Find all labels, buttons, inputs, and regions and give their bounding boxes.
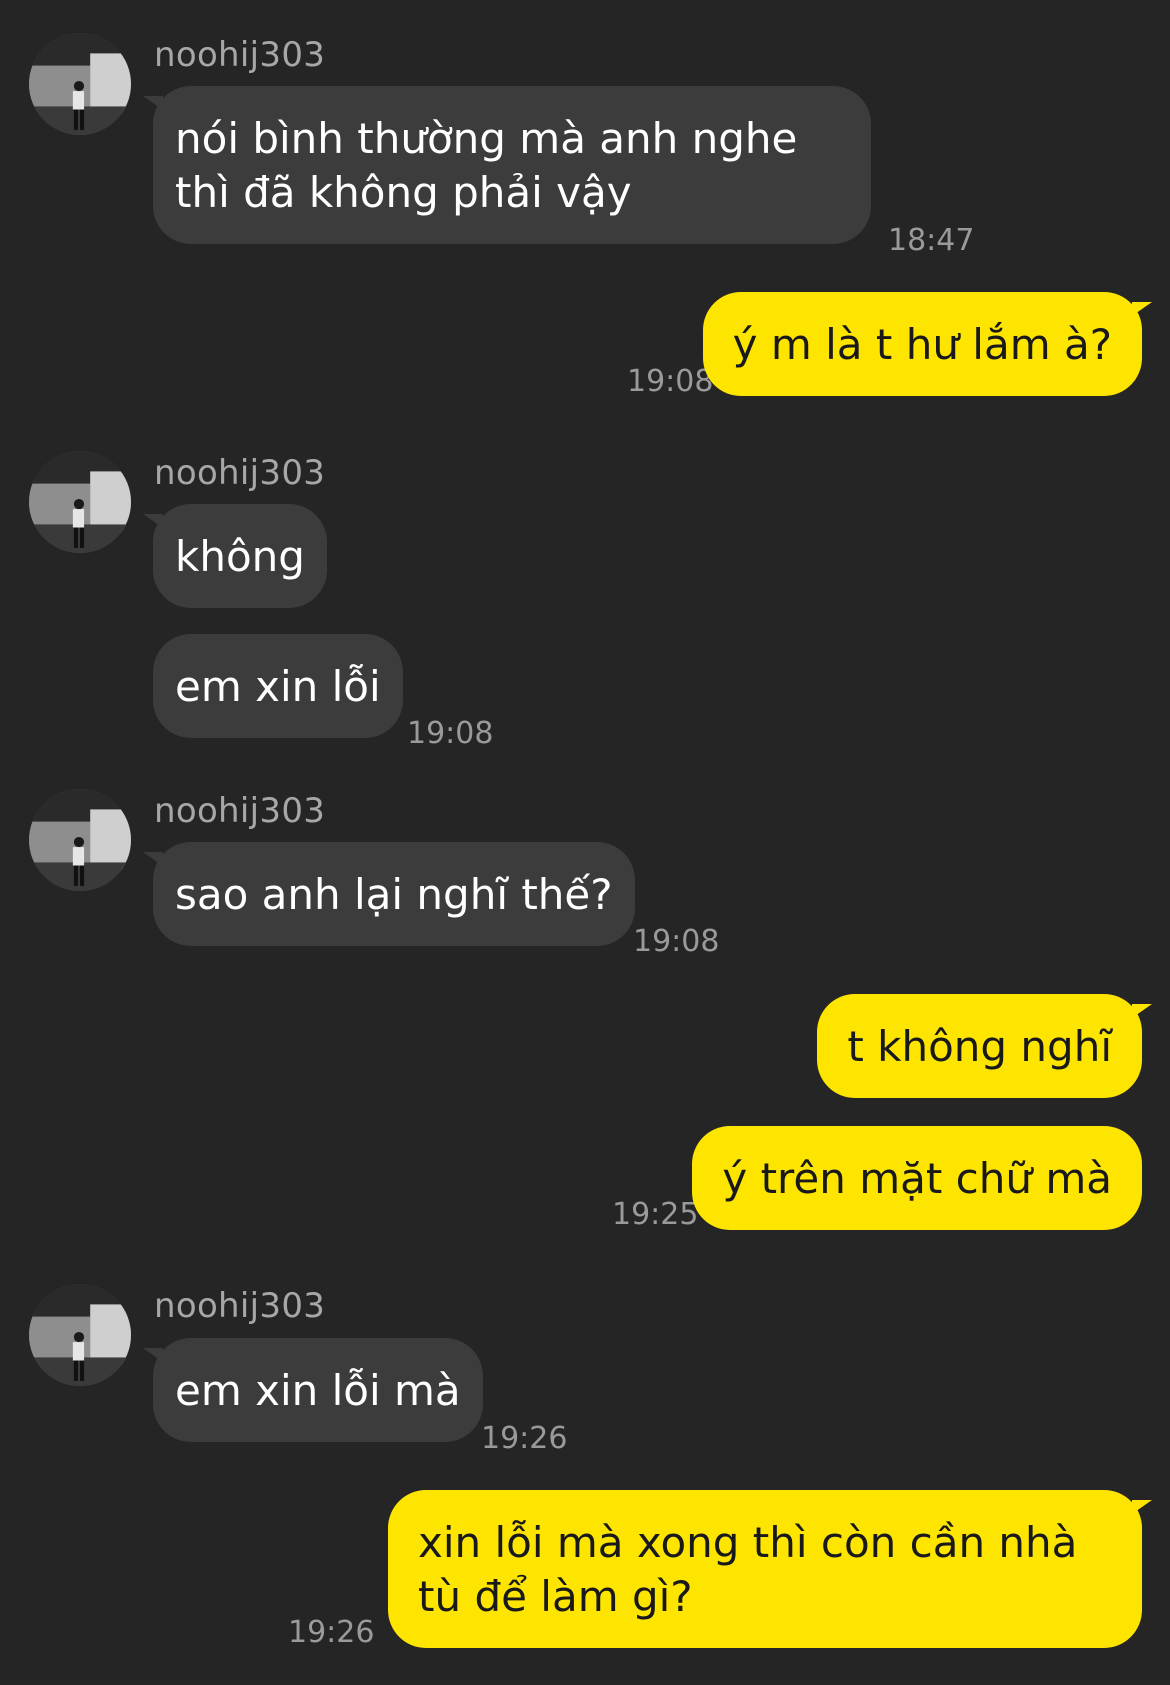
message-text: sao anh lại nghĩ thế?: [175, 870, 613, 919]
profile-photo-icon: [29, 1284, 131, 1386]
message-time: 19:08: [407, 716, 494, 751]
sender-name: noohij303: [154, 791, 326, 831]
message-time: 19:08: [633, 924, 720, 959]
bubble-tail: [1132, 302, 1152, 316]
message-time: 19:26: [288, 1615, 375, 1650]
message-time: 19:26: [481, 1421, 568, 1456]
bubble-tail: [1132, 1004, 1152, 1018]
message-time: 19:08: [627, 364, 714, 399]
sender-name: noohij303: [154, 35, 326, 75]
avatar[interactable]: [29, 451, 131, 553]
profile-photo-icon: [29, 789, 131, 891]
profile-photo-icon: [29, 451, 131, 553]
outgoing-message[interactable]: ý m là t hư lắm à?: [702, 292, 1152, 396]
bubble-tail: [143, 852, 163, 866]
outgoing-message[interactable]: t không nghĩ: [817, 994, 1152, 1098]
avatar[interactable]: [29, 1284, 131, 1386]
sender-name: noohij303: [154, 1286, 326, 1326]
profile-photo-icon: [29, 33, 131, 135]
message-text: em xin lỗi mà: [175, 1366, 461, 1415]
incoming-message[interactable]: không: [143, 504, 327, 608]
chat-transcript: noohij303 nói bình thường mà anh nghe th…: [0, 0, 1170, 1685]
message-time: 19:25: [612, 1197, 699, 1232]
bubble-tail: [143, 96, 163, 110]
outgoing-message[interactable]: xin lỗi mà xong thì còn cần nhà tù để là…: [388, 1490, 1152, 1648]
message-text: không: [175, 532, 305, 581]
incoming-message[interactable]: em xin lỗi mà: [143, 1338, 483, 1442]
incoming-message[interactable]: sao anh lại nghĩ thế?: [143, 842, 635, 946]
message-text: xin lỗi mà xong thì còn cần nhà tù để là…: [418, 1518, 1078, 1621]
bubble-tail: [1132, 1500, 1152, 1514]
message-text: nói bình thường mà anh nghe thì đã không…: [175, 114, 798, 217]
message-text: ý trên mặt chữ mà: [722, 1154, 1112, 1203]
message-text: t không nghĩ: [847, 1022, 1112, 1071]
incoming-message[interactable]: em xin lỗi: [153, 634, 403, 738]
bubble-tail: [143, 514, 163, 528]
message-time: 18:47: [888, 223, 975, 258]
sender-name: noohij303: [154, 453, 326, 493]
outgoing-message[interactable]: ý trên mặt chữ mà: [692, 1126, 1142, 1230]
message-text: em xin lỗi: [175, 662, 381, 711]
avatar[interactable]: [29, 789, 131, 891]
avatar[interactable]: [29, 33, 131, 135]
message-text: ý m là t hư lắm à?: [732, 320, 1112, 369]
bubble-tail: [143, 1348, 163, 1362]
incoming-message[interactable]: nói bình thường mà anh nghe thì đã không…: [143, 86, 871, 244]
